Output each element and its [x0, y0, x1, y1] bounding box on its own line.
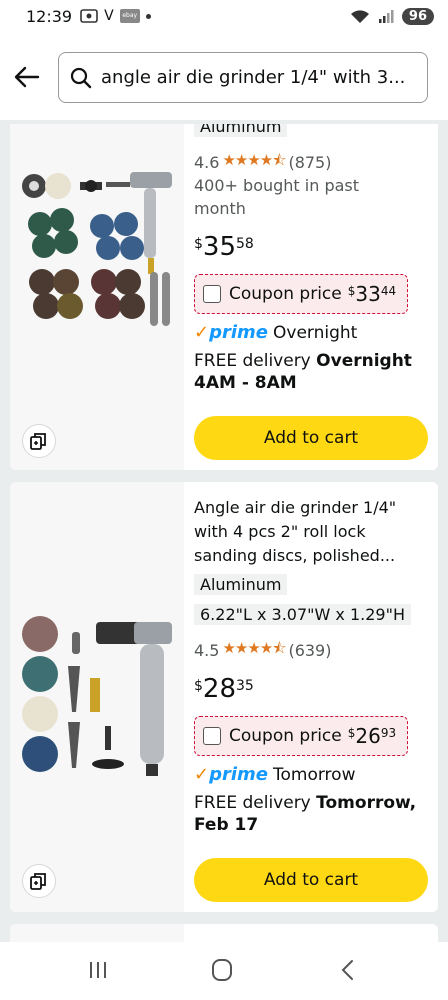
search-icon [70, 67, 92, 88]
v-label: V [104, 8, 114, 24]
battery-indicator: 96 [401, 7, 434, 25]
status-notification-icons: V ebay [80, 8, 151, 24]
material-tag: Aluminum [194, 124, 288, 137]
prime-logo: prime [209, 764, 268, 785]
product-image[interactable] [10, 924, 184, 942]
prime-row: ✓ prime Overnight [194, 322, 357, 343]
prime-speed: Tomorrow [273, 764, 356, 785]
status-time: 12:39 [26, 6, 73, 26]
product-photo-die-grinder-set [22, 616, 172, 776]
back-arrow-icon [14, 66, 40, 88]
coupon-fraction: 44 [380, 284, 397, 298]
delivery-info: FREE delivery Overnight 4AM - 8AM [194, 350, 424, 394]
coupon-whole: 26 [355, 724, 381, 748]
prime-logo: prime [209, 322, 268, 343]
ebay-badge: ebay [119, 9, 140, 23]
dimensions-tag: 6.22"L x 3.07"W x 1.29"H [194, 604, 411, 625]
compare-icon [30, 873, 46, 890]
add-to-cart-button[interactable]: Add to cart [194, 416, 428, 460]
delivery-prefix: FREE delivery [194, 793, 311, 813]
search-query[interactable]: angle air die grinder 1/4" with 3... [101, 67, 405, 88]
notification-dot [145, 13, 151, 19]
wifi-icon [350, 10, 369, 23]
product-card[interactable]: Aluminum 4.6 ★★★★⯪ (875) 400+ bought in … [10, 124, 438, 470]
delivery-info: FREE delivery Tomorrow, Feb 17 [194, 792, 426, 836]
coupon-label: Coupon price [229, 726, 342, 746]
product-card[interactable] [10, 924, 438, 942]
price-fraction: 58 [236, 236, 254, 252]
home-icon[interactable] [208, 958, 236, 982]
product-title[interactable]: Angle air die grinder 1/4" with 4 pcs 2"… [194, 496, 426, 568]
add-to-cart-button[interactable]: Add to cart [194, 858, 428, 902]
screen-record-icon [80, 9, 98, 23]
nav-back-icon[interactable] [334, 958, 362, 982]
coupon-symbol: $ [347, 284, 356, 298]
compare-button[interactable] [22, 424, 56, 458]
price-fraction: 35 [236, 678, 254, 694]
rating-value: 4.6 [194, 153, 220, 172]
product-card[interactable]: Angle air die grinder 1/4" with 4 pcs 2"… [10, 482, 438, 912]
back-button[interactable] [12, 62, 46, 92]
search-bar[interactable]: angle air die grinder 1/4" with 3... [58, 52, 428, 103]
rating-row[interactable]: 4.6 ★★★★⯪ (875) [194, 150, 331, 175]
rating-value: 4.5 [194, 641, 220, 660]
product-image[interactable] [10, 482, 184, 912]
search-header: angle air die grinder 1/4" with 3... [0, 32, 448, 120]
status-bar: 12:39 V ebay 96 [0, 0, 448, 32]
compare-icon [30, 433, 46, 450]
bought-count: 400+ bought in past month [194, 176, 360, 218]
prime-check-icon: ✓ [194, 764, 210, 785]
recents-icon[interactable] [84, 958, 112, 982]
rating-row[interactable]: 4.5 ★★★★⯪ (639) [194, 638, 331, 663]
product-image[interactable] [10, 124, 184, 470]
price-whole: 35 [202, 232, 237, 262]
coupon-box[interactable]: Coupon price $ 33 44 [194, 274, 408, 314]
price: $ 35 58 [194, 232, 254, 262]
coupon-fraction: 93 [380, 726, 397, 740]
coupon-whole: 33 [355, 282, 381, 306]
price: $ 28 35 [194, 674, 254, 704]
system-nav-bar [0, 942, 448, 1000]
coupon-checkbox[interactable] [203, 727, 221, 745]
prime-row: ✓ prime Tomorrow [194, 764, 355, 785]
signal-icon [378, 10, 394, 23]
review-count[interactable]: (875) [288, 153, 331, 172]
price-whole: 28 [202, 674, 237, 704]
coupon-checkbox[interactable] [203, 285, 221, 303]
prime-speed: Overnight [273, 322, 358, 343]
star-rating-icon: ★★★★⯪ [222, 639, 286, 657]
star-rating-icon: ★★★★⯪ [222, 151, 286, 169]
coupon-label: Coupon price [229, 284, 342, 304]
product-photo-die-grinder-kit [22, 172, 172, 326]
compare-button[interactable] [22, 864, 56, 898]
prime-check-icon: ✓ [194, 322, 210, 343]
price-symbol: $ [194, 236, 203, 252]
price-symbol: $ [194, 678, 203, 694]
review-count[interactable]: (639) [288, 641, 331, 660]
material-tag: Aluminum [194, 574, 288, 595]
delivery-prefix: FREE delivery [194, 351, 311, 371]
coupon-box[interactable]: Coupon price $ 26 93 [194, 716, 408, 756]
coupon-symbol: $ [347, 726, 356, 740]
